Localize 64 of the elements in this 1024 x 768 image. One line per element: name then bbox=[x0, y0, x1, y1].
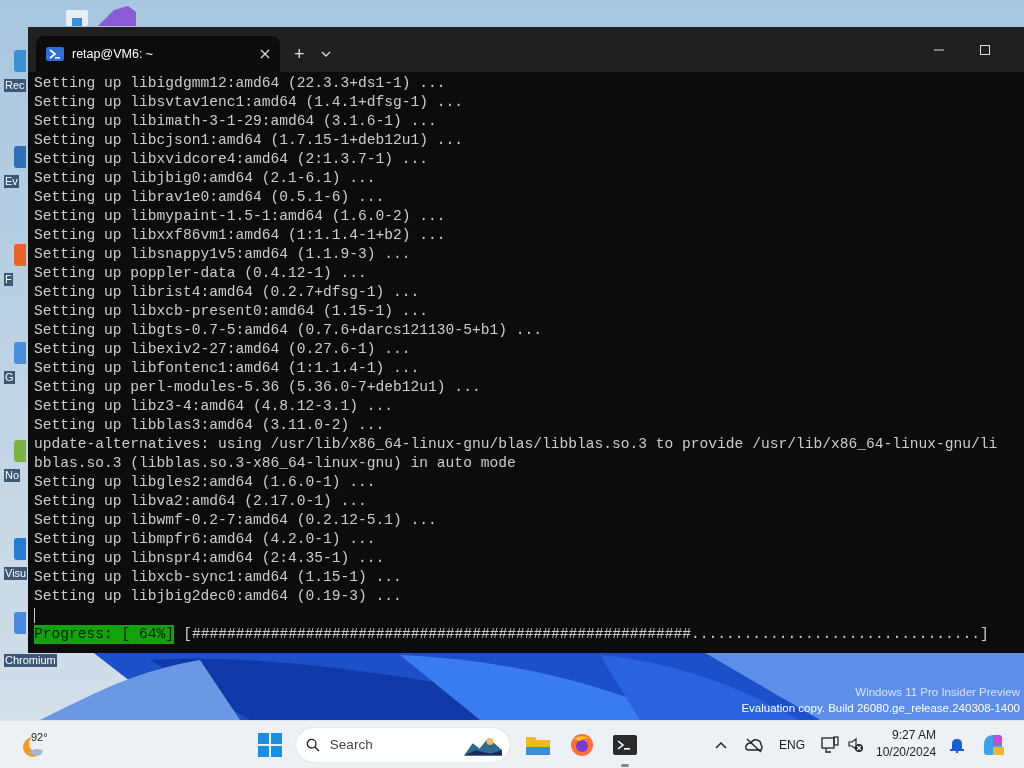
icon-label[interactable]: F bbox=[4, 273, 13, 286]
chevron-down-icon bbox=[320, 51, 331, 57]
icon-label[interactable]: Rec bbox=[4, 79, 26, 92]
terminal-line: Setting up libxvidcore4:amd64 (2:1.3.7-1) ... bbox=[34, 150, 430, 169]
icon-label[interactable]: No bbox=[4, 469, 21, 482]
terminal-line: Setting up libgts-0.7-5:amd64 (0.7.6+darcs121130-5+b1) ... bbox=[34, 321, 543, 340]
terminal-icon[interactable] bbox=[613, 735, 637, 755]
terminal-line: Setting up libmpfr6:amd64 (4.2.0-1) ... bbox=[34, 530, 377, 549]
search-field[interactable]: Search bbox=[327, 733, 448, 757]
icon-label[interactable]: Ev bbox=[4, 175, 19, 188]
terminal-line: Setting up librist4:amd64 (0.2.7+dfsg-1) ... bbox=[34, 283, 421, 302]
search-icon bbox=[306, 737, 320, 753]
minimize-icon bbox=[934, 48, 944, 51]
firefox-icon[interactable] bbox=[570, 733, 594, 757]
terminal-line: update-alternatives: using /usr/lib/x86_64-linux-gnu/blas/libblas.so.3 to provide /usr/lib/x86_64-linux-gnu/li bbox=[34, 435, 999, 454]
terminal-line: Setting up libfontenc1:amd64 (1:1.1.4-1) ... bbox=[34, 359, 421, 378]
terminal-line: Setting up perl-modules-5.36 (5.36.0-7+deb12u1) ... bbox=[34, 378, 482, 397]
terminal-line: Setting up libexiv2-27:amd64 (0.27.6-1) ... bbox=[34, 340, 412, 359]
search-bar[interactable]: Search bbox=[296, 728, 510, 762]
terminal-line: bblas.so.3 (libblas.so.3-x86_64-linux-gnu) in auto mode bbox=[34, 454, 517, 473]
volume-muted-icon[interactable] bbox=[848, 737, 864, 753]
running-indicator bbox=[621, 764, 629, 767]
progress-bar-text: [#########################################################.................................] bbox=[183, 625, 989, 644]
folder-icon[interactable] bbox=[526, 735, 550, 755]
terminal-line: Setting up librav1e0:amd64 (0.5.1-6) ... bbox=[34, 188, 386, 207]
watermark-text: Windows 11 Pro Insider Preview bbox=[854, 685, 1020, 700]
watermark-text: Evaluation copy. Build 26080.ge_release.240308-1400 bbox=[741, 701, 1020, 716]
bell-icon[interactable] bbox=[950, 737, 964, 753]
terminal-line: Setting up libmypaint-1.5-1:amd64 (1.6.0-2) ... bbox=[34, 207, 447, 226]
windows-start-icon[interactable] bbox=[258, 733, 282, 757]
maximize-icon bbox=[980, 44, 990, 55]
temperature-text: 92° bbox=[31, 730, 48, 745]
clock-time[interactable]: 9:27 AM bbox=[876, 727, 936, 744]
new-tab-button[interactable]: + bbox=[286, 36, 313, 72]
chevron-up-icon[interactable] bbox=[715, 741, 727, 749]
terminal-line: Setting up libwmf-0.2-7:amd64 (0.2.12-5.1) ... bbox=[34, 511, 438, 530]
terminal-line: Setting up libxxf86vm1:amd64 (1:1.1.4-1+b2) ... bbox=[34, 226, 447, 245]
terminal-line: Setting up libcjson1:amd64 (1.7.15-1+deb12u1) ... bbox=[34, 131, 465, 150]
language-indicator[interactable]: ENG bbox=[779, 736, 805, 754]
terminal-line: Setting up libz3-4:amd64 (4.8.12-3.1) ... bbox=[34, 397, 395, 416]
terminal-line: Setting up libjbig0:amd64 (2.1-6.1) ... bbox=[34, 169, 377, 188]
terminal-line: Setting up libva2:amd64 (2.17.0-1) ... bbox=[34, 492, 368, 511]
icon-label[interactable]: Chromium bbox=[4, 654, 57, 667]
cloud-off-icon[interactable] bbox=[745, 737, 763, 753]
terminal-line: Setting up libxcb-present0:amd64 (1.15-1) ... bbox=[34, 302, 430, 321]
clock-date[interactable]: 10/20/2024 bbox=[876, 744, 936, 761]
terminal-line: Setting up libxcb-sync1:amd64 (1.15-1) ... bbox=[34, 568, 403, 587]
terminal-line: Setting up libblas3:amd64 (3.11.0-2) ... bbox=[34, 416, 386, 435]
terminal-line: Setting up poppler-data (0.4.12-1) ... bbox=[34, 264, 368, 283]
terminal-line: Setting up libsvtav1enc1:amd64 (1.4.1+dfsg-1) ... bbox=[34, 93, 465, 112]
text-cursor bbox=[34, 608, 35, 623]
terminal-line: Setting up libgles2:amd64 (1.6.0-1) ... bbox=[34, 473, 377, 492]
powershell-icon bbox=[46, 46, 64, 62]
terminal-line: Setting up libigdgmm12:amd64 (22.3.3+ds1-1) ... bbox=[34, 74, 447, 93]
terminal-line: Setting up libimath-3-1-29:amd64 (3.1.6-1) ... bbox=[34, 112, 438, 131]
terminal-line: Setting up libnspr4:amd64 (2:4.35-1) ... bbox=[34, 549, 386, 568]
terminal-line: Setting up libsnappy1v5:amd64 (1.1.9-3) ... bbox=[34, 245, 412, 264]
network-icon[interactable] bbox=[821, 736, 839, 754]
icon-label[interactable]: Visu bbox=[4, 567, 28, 580]
close-icon[interactable] bbox=[260, 49, 270, 59]
terminal-line: Setting up libjbig2dec0:amd64 (0.19-3) ... bbox=[34, 587, 403, 606]
icon-label[interactable]: G bbox=[4, 371, 15, 384]
progress-label: Progress: [ 64%] bbox=[34, 625, 175, 644]
terminal-tab[interactable]: retap@VM6: ~ bbox=[36, 36, 280, 72]
